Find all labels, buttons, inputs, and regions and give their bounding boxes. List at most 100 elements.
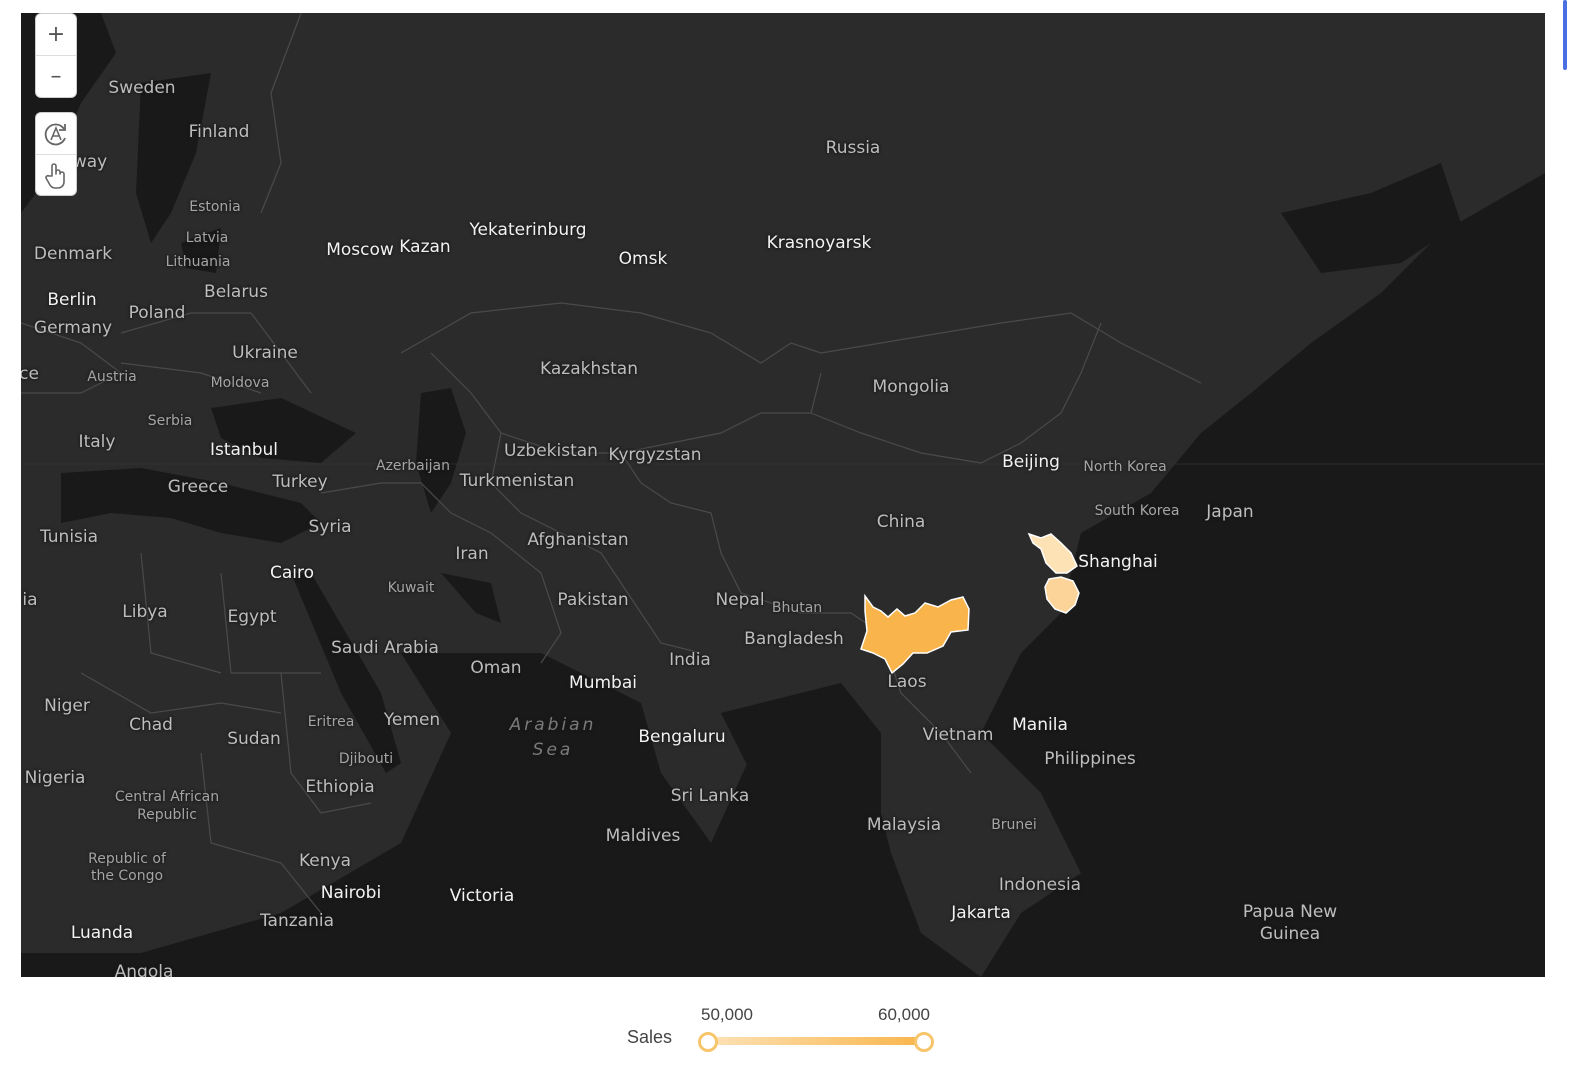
map-label-moscow: Moscow bbox=[326, 240, 394, 260]
edge-label: ia bbox=[22, 590, 38, 610]
water-label-arabian: Arabian bbox=[509, 715, 597, 735]
map-label-china: China bbox=[876, 512, 926, 532]
map-label-sweden: Sweden bbox=[108, 78, 176, 98]
map-label-estonia: Estonia bbox=[189, 199, 241, 215]
legend-gradient-bar bbox=[708, 1037, 924, 1045]
map-label-denmark: Denmark bbox=[33, 244, 113, 264]
map-label-germany: Germany bbox=[33, 318, 113, 338]
legend-max-label: 60,000 bbox=[878, 1005, 930, 1024]
map-label-syria: Syria bbox=[308, 517, 352, 537]
region-yunnan-guizhou[interactable] bbox=[860, 593, 970, 675]
map-label-eritrea: Eritrea bbox=[307, 714, 355, 730]
map-label-kazakhstan: Kazakhstan bbox=[540, 359, 638, 379]
map-label-vietnam: Vietnam bbox=[922, 725, 994, 745]
map-label-latvia: Latvia bbox=[185, 230, 229, 246]
map-label-angola: Angola bbox=[114, 962, 174, 977]
map-canvas[interactable]: SwedenFinlandNorwayRussiaEstoniaLatviaLi… bbox=[21, 13, 1545, 977]
map-label-pakistan: Pakistan bbox=[557, 590, 629, 610]
map-label-north-korea: North Korea bbox=[1083, 459, 1167, 475]
legend-title: Sales bbox=[627, 1027, 673, 1047]
map-label-india: India bbox=[669, 650, 711, 670]
map-label-berlin: Berlin bbox=[47, 290, 97, 310]
map-label-the-congo: the Congo bbox=[90, 868, 164, 884]
zoom-out-button[interactable]: – bbox=[36, 56, 76, 97]
map-label-libya: Libya bbox=[122, 602, 168, 622]
map-label-tanzania: Tanzania bbox=[259, 911, 335, 931]
map-label-azerbaijan: Azerbaijan bbox=[376, 458, 450, 474]
map-label-ethiopia: Ethiopia bbox=[305, 777, 375, 797]
map-label-republic: Republic bbox=[137, 807, 197, 823]
map-label-niger: Niger bbox=[44, 696, 90, 716]
map-label-cairo: Cairo bbox=[269, 563, 315, 583]
map-label-bengaluru: Bengaluru bbox=[638, 727, 726, 747]
map-label-jakarta: Jakarta bbox=[951, 903, 1011, 923]
map-label-krasnoyarsk: Krasnoyarsk bbox=[766, 233, 872, 253]
map-label-austria: Austria bbox=[87, 369, 137, 385]
map-label-beijing: Beijing bbox=[1002, 452, 1060, 472]
reset-view-button[interactable] bbox=[36, 113, 76, 155]
map-label-bangladesh: Bangladesh bbox=[744, 629, 844, 649]
map-label-moldova: Moldova bbox=[210, 375, 270, 391]
map-label-indonesia: Indonesia bbox=[998, 875, 1082, 895]
hand-pointer-icon bbox=[45, 162, 65, 189]
map-label-finland: Finland bbox=[188, 122, 250, 142]
map-label-djibouti: Djibouti bbox=[338, 751, 394, 767]
page-scrollbar[interactable] bbox=[1563, 0, 1567, 70]
map-label-victoria: Victoria bbox=[449, 886, 515, 906]
map-label-nepal: Nepal bbox=[715, 590, 765, 610]
map-label-malaysia: Malaysia bbox=[866, 815, 942, 835]
map-label-brunei: Brunei bbox=[991, 817, 1037, 833]
map-label-laos: Laos bbox=[887, 672, 927, 692]
legend-max-handle[interactable] bbox=[914, 1032, 934, 1052]
water-label-sea: Sea bbox=[532, 740, 574, 760]
map-label-lithuania: Lithuania bbox=[165, 254, 231, 270]
map-label-nigeria: Nigeria bbox=[24, 768, 86, 788]
map-label-maldives: Maldives bbox=[605, 826, 681, 846]
map-label-japan: Japan bbox=[1206, 502, 1254, 522]
map-label-sri-lanka: Sri Lanka bbox=[670, 786, 750, 806]
map-label-belarus: Belarus bbox=[204, 282, 268, 302]
reset-icon bbox=[44, 123, 66, 145]
map-tools bbox=[36, 113, 76, 195]
map-label-serbia: Serbia bbox=[147, 413, 193, 429]
basemap bbox=[21, 13, 1545, 977]
map-label-papua-new: Papua New bbox=[1242, 902, 1338, 922]
map-label-philippines: Philippines bbox=[1044, 749, 1136, 769]
pan-tool-button[interactable] bbox=[36, 155, 76, 196]
map-label-omsk: Omsk bbox=[618, 249, 668, 269]
map-label-saudi-arabia: Saudi Arabia bbox=[331, 638, 439, 658]
region-jiangsu[interactable] bbox=[1027, 532, 1078, 574]
map-label-yekaterinburg: Yekaterinburg bbox=[469, 220, 587, 240]
map-label-shanghai: Shanghai bbox=[1078, 552, 1158, 572]
map-label-kuwait: Kuwait bbox=[387, 580, 435, 596]
legend-min-label: 50,000 bbox=[701, 1005, 753, 1024]
map-label-luanda: Luanda bbox=[70, 923, 134, 943]
map-label-republic-of: Republic of bbox=[88, 851, 166, 867]
map-label-bhutan: Bhutan bbox=[771, 600, 823, 616]
water-layer bbox=[21, 13, 1545, 977]
map-label-italy: Italy bbox=[78, 432, 116, 452]
zoom-controls: + – bbox=[36, 14, 76, 97]
zoom-in-button[interactable]: + bbox=[36, 14, 76, 56]
map-label-nairobi: Nairobi bbox=[320, 883, 382, 903]
map-label-south-korea: South Korea bbox=[1094, 503, 1180, 519]
map-label-yemen: Yemen bbox=[383, 710, 441, 730]
edge-label: ce bbox=[21, 364, 39, 384]
map-label-uzbekistan: Uzbekistan bbox=[504, 441, 598, 461]
map-label-mumbai: Mumbai bbox=[569, 673, 637, 693]
map-label-manila: Manila bbox=[1012, 715, 1068, 735]
map-label-sudan: Sudan bbox=[227, 729, 281, 749]
map-label-tunisia: Tunisia bbox=[39, 527, 99, 547]
map-label-kyrgyzstan: Kyrgyzstan bbox=[608, 445, 702, 465]
map-label-oman: Oman bbox=[470, 658, 522, 678]
map-label-turkmenistan: Turkmenistan bbox=[459, 471, 575, 491]
map-label-egypt: Egypt bbox=[227, 607, 277, 627]
map-label-guinea: Guinea bbox=[1259, 924, 1321, 944]
map-label-chad: Chad bbox=[129, 715, 173, 735]
map-label-afghanistan: Afghanistan bbox=[527, 530, 629, 550]
map-label-poland: Poland bbox=[128, 303, 186, 323]
map-label-turkey: Turkey bbox=[272, 472, 328, 492]
legend-min-handle[interactable] bbox=[698, 1032, 718, 1052]
map-label-iran: Iran bbox=[455, 544, 489, 564]
map-label-russia: Russia bbox=[825, 138, 881, 158]
